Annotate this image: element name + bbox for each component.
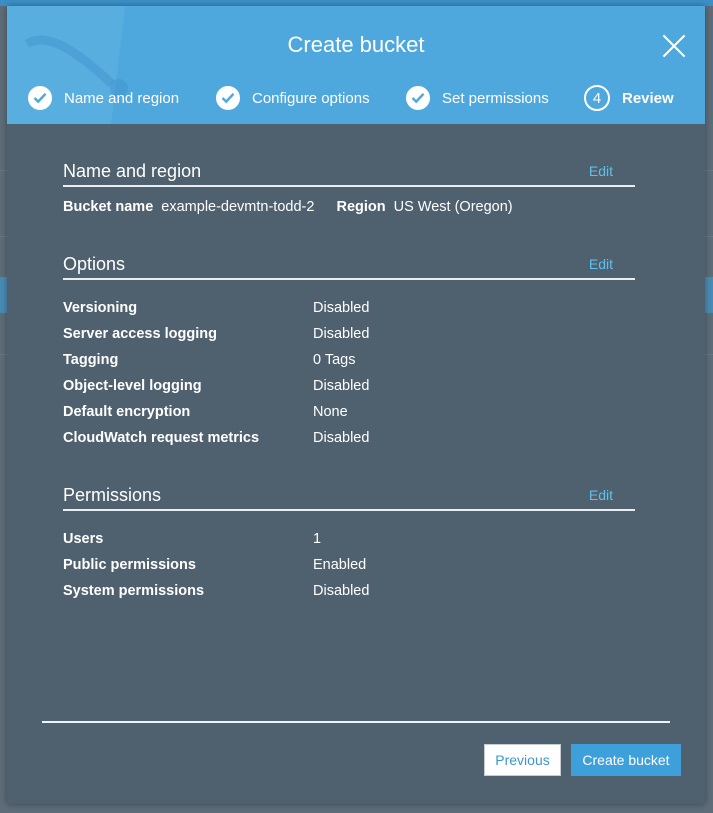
previous-button[interactable]: Previous — [484, 744, 561, 776]
option-value: Disabled — [313, 326, 370, 342]
permission-label: System permissions — [63, 583, 205, 599]
region-value: US West (Oregon) — [393, 199, 513, 215]
option-value: Disabled — [313, 430, 370, 446]
edit-permissions-link[interactable]: Edit — [589, 487, 613, 503]
option-value: 0 Tags — [313, 352, 356, 368]
section-title: Options — [63, 254, 126, 274]
section-title: Permissions — [63, 485, 162, 505]
permission-label: Users — [63, 531, 104, 547]
step-label: Name and region — [64, 89, 180, 107]
step-label: Set permissions — [442, 89, 549, 107]
permission-value: Enabled — [313, 557, 367, 573]
section-header-permissions: Permissions Edit — [63, 485, 635, 511]
option-label: Tagging — [63, 352, 119, 368]
section-header-options: Options Edit — [63, 254, 635, 280]
option-label: Object-level logging — [63, 378, 202, 394]
dialog-title: Create bucket — [287, 32, 425, 57]
permission-label: Public permissions — [63, 557, 196, 573]
option-value: None — [313, 404, 348, 420]
region-label: Region — [336, 199, 386, 215]
create-bucket-button[interactable]: Create bucket — [571, 744, 681, 776]
option-label: Server access logging — [63, 326, 217, 342]
step-label: Review — [622, 89, 674, 107]
step-set-permissions[interactable]: Set permissions — [406, 84, 549, 112]
step-label: Configure options — [252, 89, 370, 107]
step-name-and-region[interactable]: Name and region — [28, 84, 179, 112]
option-label: Versioning — [63, 300, 138, 316]
option-label: CloudWatch request metrics — [63, 430, 260, 446]
check-icon — [28, 86, 52, 110]
dialog-header: Create bucket Name and region Configure … — [7, 6, 705, 124]
footer-divider — [42, 721, 670, 723]
bucket-name-value: example-devmtn-todd-2 — [161, 199, 315, 215]
edit-name-region-link[interactable]: Edit — [589, 163, 613, 179]
option-value: Disabled — [313, 300, 370, 316]
edit-options-link[interactable]: Edit — [589, 256, 613, 272]
step-number-badge: 4 — [584, 85, 610, 111]
option-value: Disabled — [313, 378, 370, 394]
bucket-summary-row: Bucket name example-devmtn-todd-2 Region… — [63, 199, 517, 215]
bucket-name-label: Bucket name — [63, 199, 154, 215]
close-icon[interactable] — [661, 33, 687, 59]
step-configure-options[interactable]: Configure options — [216, 84, 370, 112]
section-title: Name and region — [63, 161, 202, 181]
permission-value: Disabled — [313, 583, 370, 599]
section-header-name-region: Name and region Edit — [63, 161, 635, 187]
step-review[interactable]: 4 Review — [584, 84, 674, 112]
create-bucket-dialog: Create bucket Name and region Configure … — [7, 6, 705, 804]
permission-value: 1 — [313, 531, 322, 547]
option-label: Default encryption — [63, 404, 191, 420]
check-icon — [406, 86, 430, 110]
check-icon — [216, 86, 240, 110]
